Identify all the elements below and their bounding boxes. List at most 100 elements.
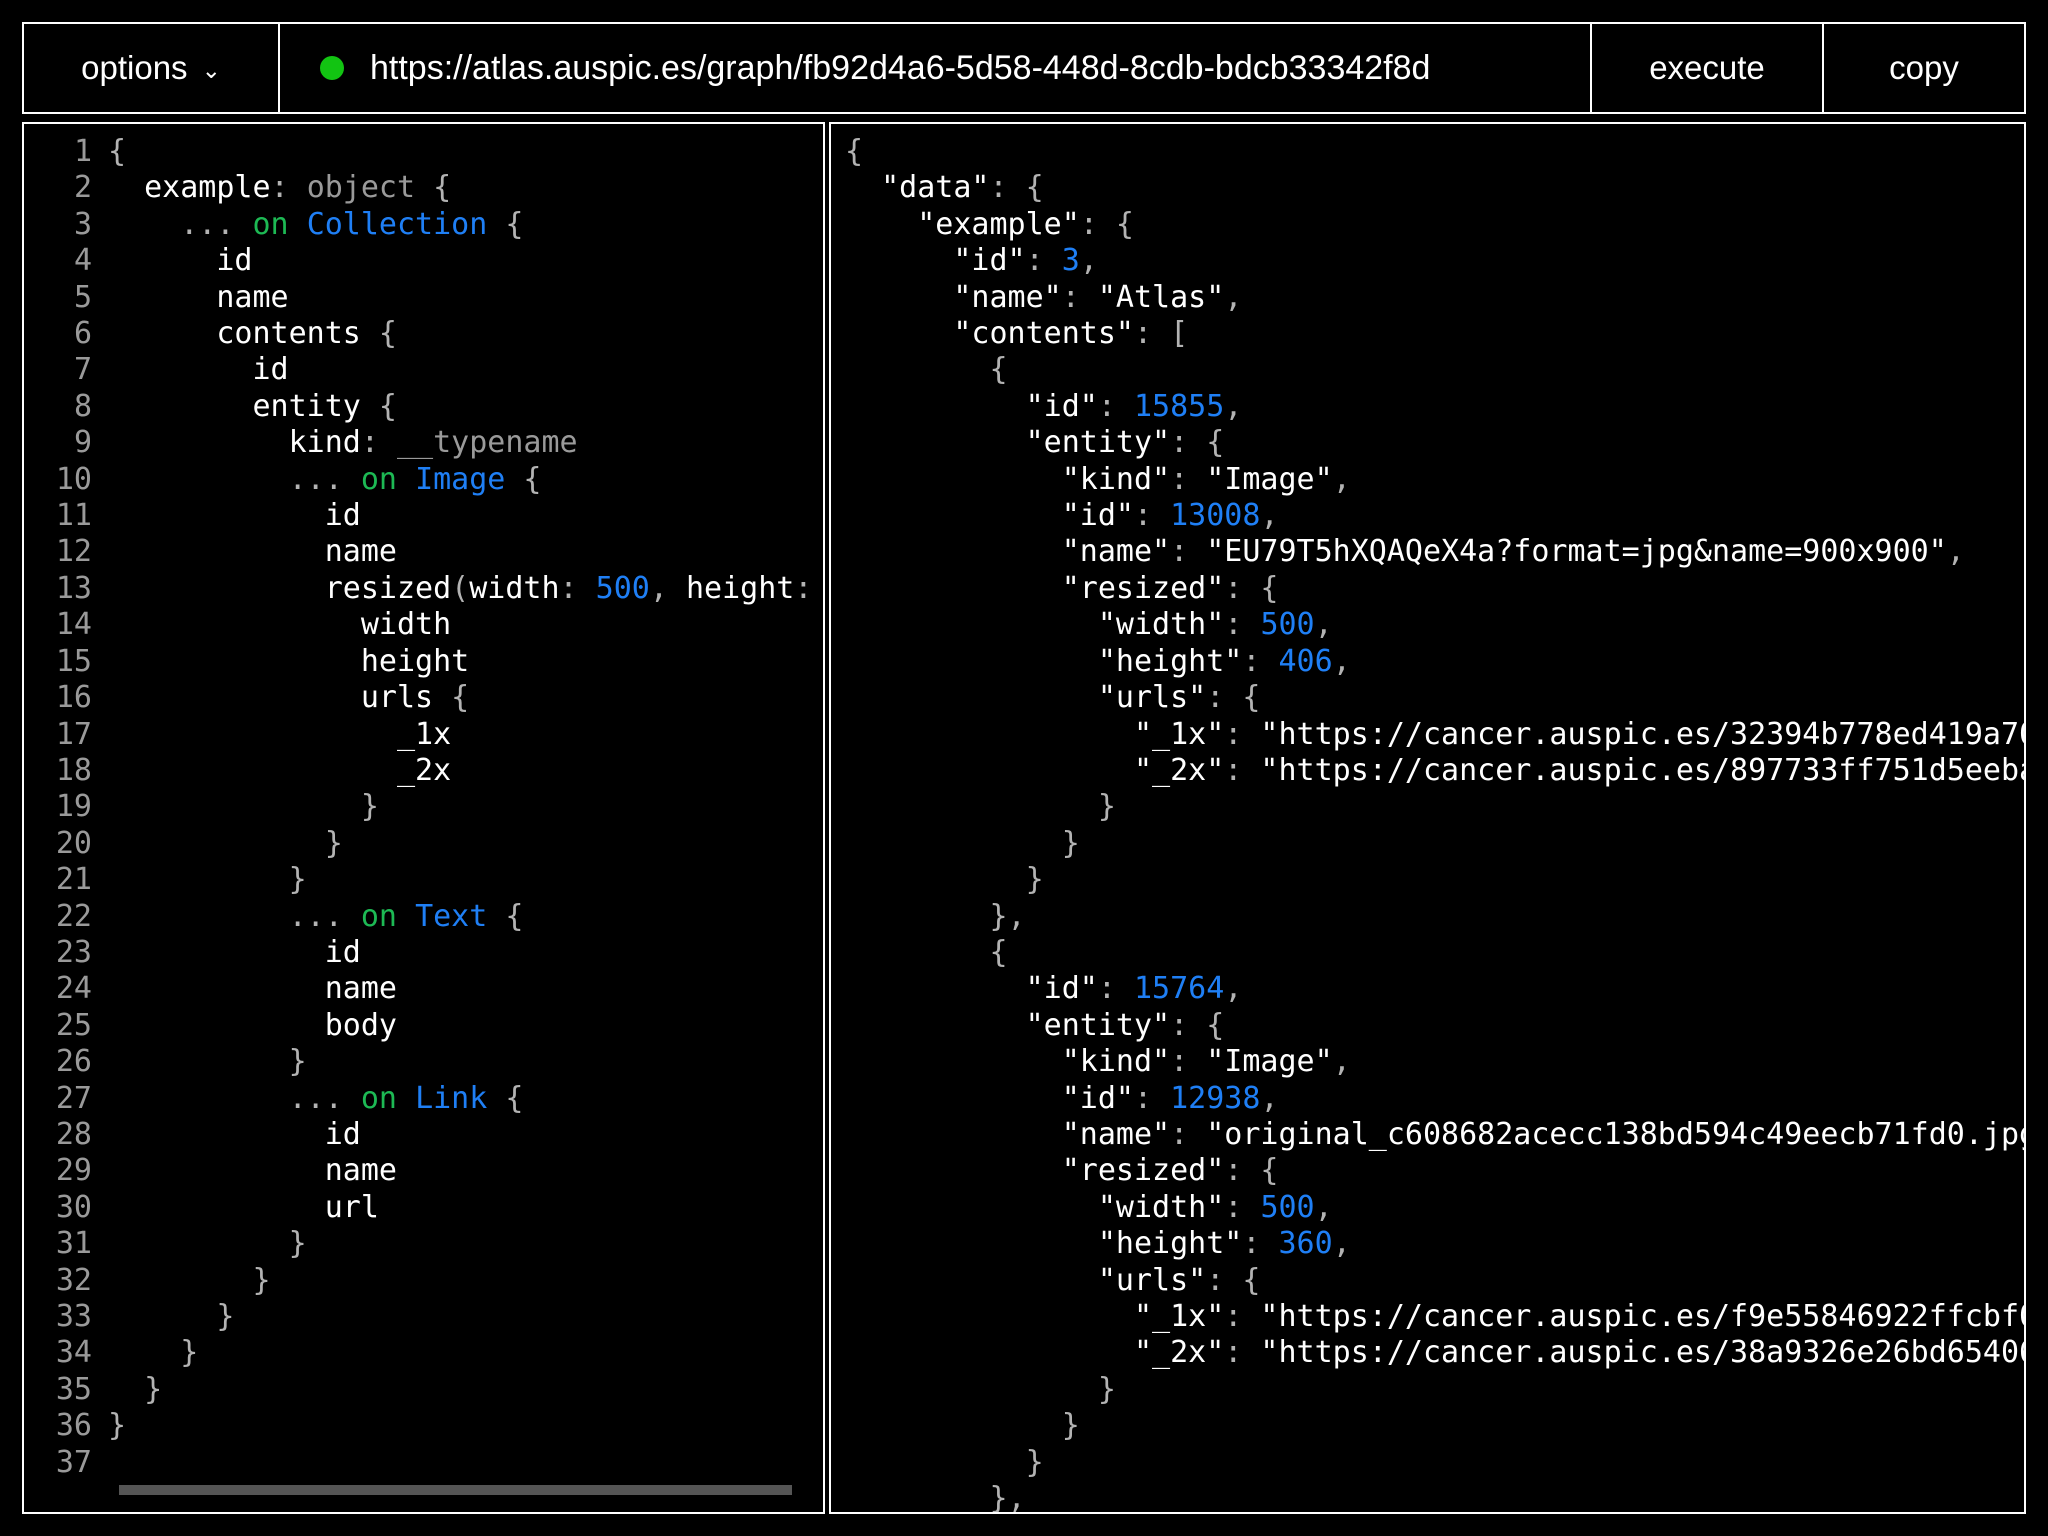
- code-token: "_1x": [1133, 716, 1225, 752]
- url-text: https://atlas.auspic.es/graph/fb92d4a6-5…: [370, 48, 1431, 87]
- code-token: Image: [415, 461, 506, 497]
- line-number: 17: [55, 716, 92, 752]
- code-token: }: [845, 1371, 1116, 1407]
- code-token: name: [108, 279, 289, 315]
- code-token: "https://cancer.auspic.es/38a9326e26bd65…: [1260, 1335, 2024, 1371]
- code-token: entity: [108, 388, 361, 424]
- code-token: : {: [1206, 680, 1261, 716]
- url-bar[interactable]: https://atlas.auspic.es/graph/fb92d4a6-5…: [280, 24, 1592, 112]
- code-token: "kind": [1061, 461, 1171, 497]
- toolbar: options ⌄ https://atlas.auspic.es/graph/…: [22, 22, 2026, 114]
- status-indicator-icon: [320, 56, 344, 80]
- result-line: },: [845, 899, 2024, 935]
- options-dropdown-button[interactable]: options ⌄: [24, 24, 280, 112]
- result-line: {: [845, 352, 2024, 388]
- code-token: contents: [108, 316, 361, 352]
- code-token: "kind": [1061, 1044, 1171, 1080]
- code-token: ...: [108, 461, 343, 497]
- editor-scrollbar-thumb[interactable]: [119, 1485, 792, 1495]
- editor-line: 36}: [24, 1408, 823, 1444]
- code-token: name: [108, 971, 397, 1007]
- editor-line: 10 ... on Image {: [24, 461, 823, 498]
- result-line: "width": 500,: [845, 607, 2024, 643]
- result-line: }: [845, 789, 2024, 825]
- editor-line: 33 }: [24, 1299, 823, 1335]
- code-token: id: [108, 498, 361, 534]
- line-number: 27: [55, 1080, 92, 1116]
- editor-line: 28 id: [24, 1116, 823, 1153]
- code-token: "urls": [1097, 1262, 1207, 1298]
- editor-line: 8 entity {: [24, 388, 823, 425]
- code-token: :: [1242, 1226, 1279, 1262]
- line-number: 19: [55, 789, 92, 825]
- code-token: : {: [1206, 1262, 1261, 1298]
- code-token: ,: [1224, 279, 1243, 315]
- code-token: "width": [1097, 1189, 1225, 1225]
- code-token: on: [342, 898, 397, 934]
- editor-line: 18 _2x: [24, 753, 823, 789]
- line-number: 25: [55, 1007, 92, 1043]
- copy-button[interactable]: copy: [1824, 24, 2024, 112]
- code-token: :: [1224, 752, 1261, 788]
- code-token: 406: [1278, 643, 1333, 679]
- code-token: }: [845, 862, 1044, 898]
- code-token: : {: [1079, 206, 1134, 242]
- code-token: id: [108, 243, 253, 279]
- code-token: Collection: [306, 206, 488, 242]
- line-number: 10: [55, 461, 92, 497]
- query-editor-code[interactable]: 1{2 example: object {3 ... on Collection…: [24, 134, 823, 1481]
- line-number: 32: [55, 1262, 92, 1298]
- result-line: "name": "Atlas",: [845, 279, 2024, 316]
- code-token: ,: [1332, 1226, 1351, 1262]
- code-token: "https://cancer.auspic.es/897733ff751d5e…: [1260, 752, 2024, 788]
- code-token: id: [108, 1116, 361, 1152]
- result-line: "entity": {: [845, 425, 2024, 461]
- code-token: : {: [1224, 570, 1279, 606]
- panes-container: 1{2 example: object {3 ... on Collection…: [22, 122, 2026, 1514]
- code-token: on: [234, 206, 289, 242]
- result-viewer-pane[interactable]: { "data": { "example": { "id": 3, "name"…: [829, 122, 2026, 1514]
- editor-line: 14 width: [24, 607, 823, 643]
- code-token: "Image": [1206, 461, 1333, 497]
- code-token: url: [108, 1189, 379, 1225]
- line-number: 31: [55, 1226, 92, 1262]
- code-token: "resized": [1061, 1153, 1225, 1189]
- editor-line: 29 name: [24, 1153, 823, 1189]
- editor-horizontal-scrollbar[interactable]: [24, 1482, 823, 1498]
- editor-line: 30 url: [24, 1189, 823, 1226]
- graphql-playground: options ⌄ https://atlas.auspic.es/graph/…: [0, 0, 2048, 1536]
- editor-line: 19 }: [24, 789, 823, 825]
- result-line: "entity": {: [845, 1008, 2024, 1044]
- code-token: id: [108, 934, 361, 970]
- code-token: body: [108, 1007, 397, 1043]
- query-editor-pane[interactable]: 1{2 example: object {3 ... on Collection…: [22, 122, 825, 1514]
- code-token: : {: [1224, 1153, 1279, 1189]
- execute-button[interactable]: execute: [1592, 24, 1824, 112]
- editor-line: 3 ... on Collection {: [24, 206, 823, 243]
- editor-line: 22 ... on Text {: [24, 898, 823, 935]
- code-token: ,: [1314, 1189, 1333, 1225]
- code-token: }: [108, 1408, 127, 1444]
- line-number: 26: [55, 1044, 92, 1080]
- editor-line: 37: [24, 1445, 823, 1481]
- code-token: kind: [108, 425, 361, 461]
- result-line: "width": 500,: [845, 1189, 2024, 1226]
- code-token: :: [270, 170, 307, 206]
- line-number: 20: [55, 825, 92, 861]
- result-line: }: [845, 1408, 2024, 1444]
- code-token: :: [559, 570, 596, 606]
- code-token: "https://cancer.auspic.es/32394b778ed419…: [1260, 716, 2024, 752]
- code-token: :: [1025, 243, 1062, 279]
- line-number: 1: [73, 134, 92, 169]
- line-number: 4: [73, 243, 92, 279]
- code-token: (: [451, 570, 470, 606]
